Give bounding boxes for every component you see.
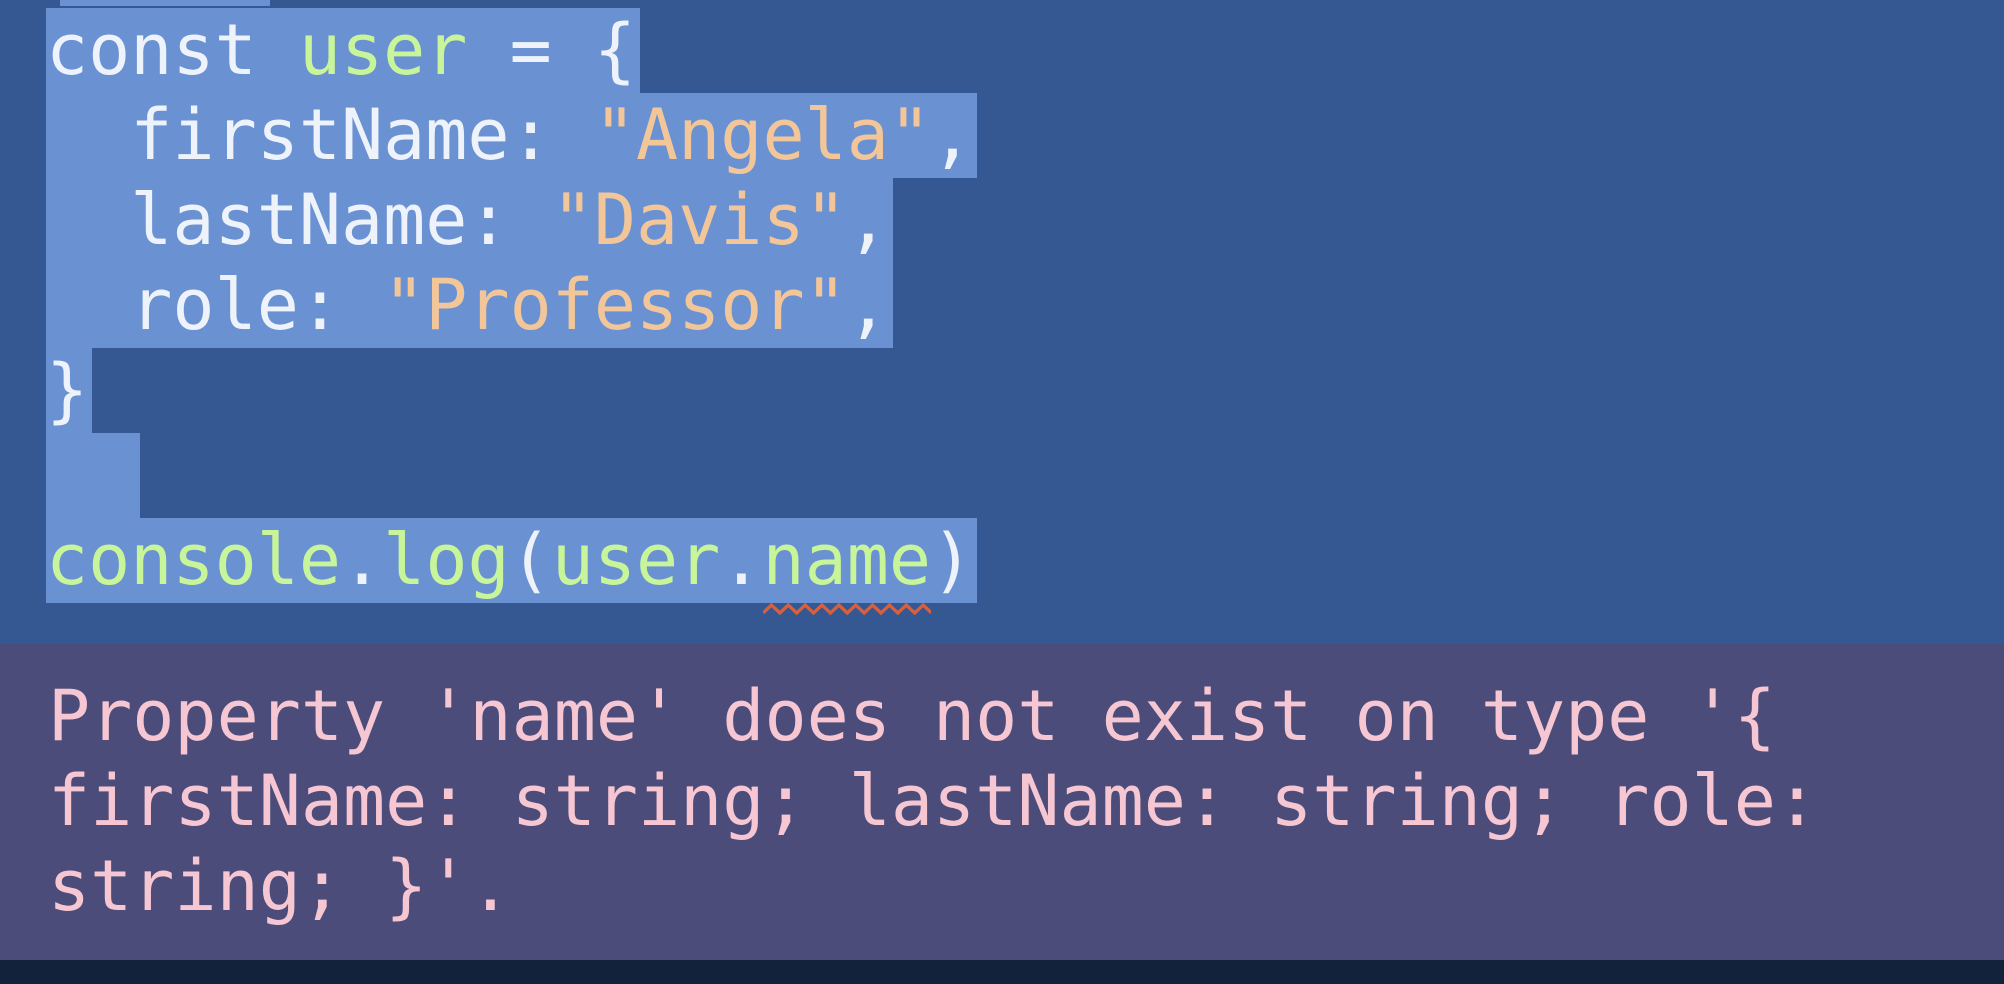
error-token: name <box>762 518 932 616</box>
code-line[interactable]: role: "Professor", <box>46 263 977 348</box>
code-token: role: <box>46 264 384 346</box>
code-token: user <box>298 9 468 91</box>
code-editor[interactable]: const user = { firstName: "Angela", last… <box>0 0 2004 644</box>
selection-highlight: const user = { <box>46 8 641 93</box>
error-squiggle <box>762 602 932 616</box>
selection-highlight: lastName: "Davis", <box>46 178 893 263</box>
code-token: "Professor" <box>383 264 847 346</box>
code-token: ( <box>509 519 552 601</box>
code-token: user <box>551 519 721 601</box>
code-line[interactable]: console.log(user.name) <box>46 518 978 616</box>
selection-remnant <box>60 0 270 6</box>
code-token: "Angela" <box>593 94 932 176</box>
code-token: "Davis" <box>551 179 847 261</box>
error-message: Property 'name' does not exist on type '… <box>48 675 1861 927</box>
code-line[interactable]: firstName: "Angela", <box>46 93 978 178</box>
code-line[interactable] <box>46 433 977 518</box>
selection-highlight: firstName: "Angela", <box>46 93 978 178</box>
code-token: } <box>46 349 89 431</box>
selection-highlight <box>46 433 140 518</box>
code-token: , <box>846 179 889 261</box>
code-line[interactable]: } <box>46 348 977 433</box>
code-token: = { <box>467 9 637 91</box>
selection-highlight: role: "Professor", <box>46 263 893 348</box>
code-line[interactable]: const user = { <box>46 8 977 93</box>
code-token: firstName: <box>46 94 594 176</box>
code-token: ) <box>931 519 974 601</box>
selection-highlight: console.log(user.name) <box>46 518 978 616</box>
selection-highlight: } <box>46 348 93 433</box>
code-token: , <box>846 264 889 346</box>
code-token: log <box>383 519 510 601</box>
code-token: console <box>46 519 342 601</box>
code-token: lastName: <box>46 179 552 261</box>
status-bar <box>0 960 2004 984</box>
code-token: const <box>46 9 257 91</box>
code-token: . <box>720 519 763 601</box>
code-area[interactable]: const user = { firstName: "Angela", last… <box>46 8 978 616</box>
code-token: , <box>931 94 974 176</box>
error-tooltip: Property 'name' does not exist on type '… <box>0 644 2004 960</box>
code-line[interactable]: lastName: "Davis", <box>46 178 977 263</box>
code-token: . <box>341 519 384 601</box>
